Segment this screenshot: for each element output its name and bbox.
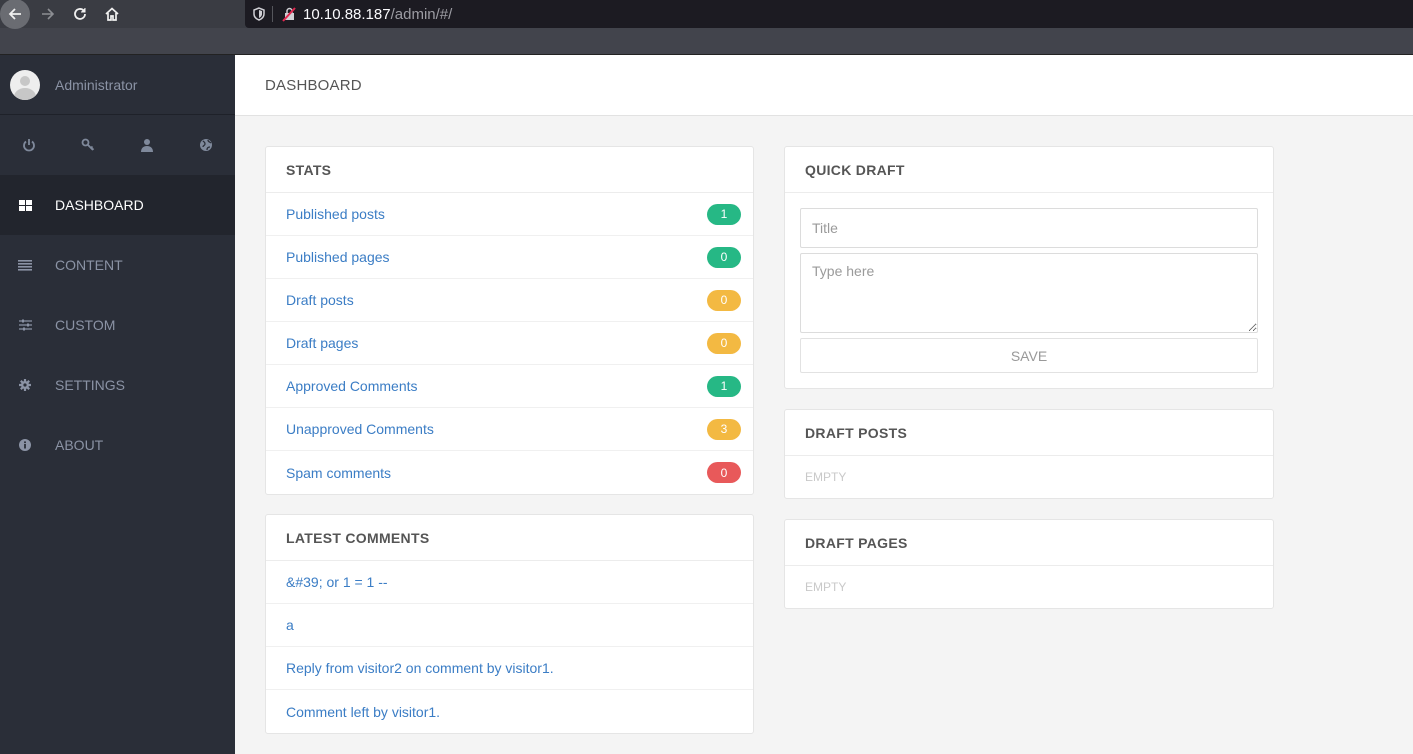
dashboard-icon [18, 199, 32, 211]
stat-link-spam-comments[interactable]: Spam comments [286, 465, 391, 481]
comment-row: &#39; or 1 = 1 -- [266, 561, 753, 604]
browser-tab-strip [0, 28, 1413, 55]
stats-card: STATS Published posts 1 Published pages … [265, 146, 754, 495]
empty-state: EMPTY [805, 580, 847, 594]
browser-toolbar: 10.10.88.187/admin/#/ [0, 0, 1413, 55]
sidebar-item-label: DASHBOARD [55, 197, 144, 213]
stat-link-published-posts[interactable]: Published posts [286, 206, 385, 222]
comment-link[interactable]: a [286, 617, 294, 633]
count-badge: 0 [707, 332, 741, 354]
page-title: DASHBOARD [265, 76, 362, 94]
quick-draft-card: QUICK DRAFT SAVE [784, 146, 1274, 389]
stats-title: STATS [266, 147, 753, 193]
draft-pages-title: DRAFT PAGES [785, 520, 1273, 566]
home-button[interactable] [97, 0, 127, 28]
back-button[interactable] [0, 0, 30, 29]
info-icon [18, 439, 32, 451]
page-header: DASHBOARD [235, 55, 1413, 116]
globe-icon[interactable] [186, 138, 226, 152]
comment-link[interactable]: &#39; or 1 = 1 -- [286, 574, 388, 590]
shield-icon[interactable] [245, 6, 273, 22]
user-icon[interactable] [127, 138, 167, 152]
url-bar[interactable]: 10.10.88.187/admin/#/ [245, 0, 1413, 28]
comment-row: a [266, 604, 753, 647]
sidebar-item-label: SETTINGS [55, 377, 126, 393]
reload-icon [74, 8, 86, 20]
gear-icon [18, 379, 32, 391]
sidebar-item-dashboard[interactable]: DASHBOARD [0, 175, 235, 235]
user-profile[interactable]: Administrator [0, 55, 235, 115]
sidebar-quick-actions [0, 115, 235, 175]
insecure-lock-icon[interactable] [277, 6, 301, 22]
draft-pages-card: DRAFT PAGES EMPTY [784, 519, 1274, 609]
quick-draft-title: QUICK DRAFT [785, 147, 1273, 193]
home-icon [105, 7, 119, 21]
main-content: DASHBOARD STATS Published posts 1 Publis… [235, 55, 1413, 754]
sidebar-item-custom[interactable]: CUSTOM [0, 295, 235, 355]
stat-link-draft-pages[interactable]: Draft pages [286, 335, 358, 351]
sidebar-item-label: CUSTOM [55, 317, 116, 333]
avatar [10, 69, 40, 100]
comments-list: &#39; or 1 = 1 -- a Reply from visitor2 … [266, 561, 753, 733]
stat-link-approved-comments[interactable]: Approved Comments [286, 378, 418, 394]
url-path: /admin/#/ [390, 5, 453, 23]
draft-posts-title: DRAFT POSTS [785, 410, 1273, 456]
save-button[interactable]: SAVE [800, 338, 1258, 373]
sliders-icon [18, 319, 32, 331]
url-host: 10.10.88.187 [303, 5, 391, 23]
count-badge: 0 [707, 289, 741, 311]
draft-posts-card: DRAFT POSTS EMPTY [784, 409, 1274, 499]
stat-row: Approved Comments 1 [266, 365, 753, 408]
latest-comments-card: LATEST COMMENTS &#39; or 1 = 1 -- a Repl… [265, 514, 754, 734]
count-badge: 3 [707, 418, 741, 440]
count-badge: 0 [707, 462, 741, 483]
stat-link-draft-posts[interactable]: Draft posts [286, 292, 354, 308]
stat-link-unapproved-comments[interactable]: Unapproved Comments [286, 421, 434, 437]
latest-comments-title: LATEST COMMENTS [266, 515, 753, 561]
sidebar-item-label: ABOUT [55, 437, 104, 453]
sidebar: Administrator DASHBOARD CONTENT CUSTOM S… [0, 55, 235, 754]
count-badge: 1 [707, 203, 741, 225]
list-icon [18, 259, 32, 271]
draft-body-textarea[interactable] [800, 253, 1258, 333]
key-icon[interactable] [68, 138, 108, 152]
comment-row: Reply from visitor2 on comment by visito… [266, 647, 753, 690]
sidebar-item-settings[interactable]: SETTINGS [0, 355, 235, 415]
comment-link[interactable]: Comment left by visitor1. [286, 704, 440, 720]
user-name: Administrator [55, 76, 138, 93]
quick-draft-form: SAVE [785, 193, 1273, 388]
sidebar-item-label: CONTENT [55, 257, 123, 273]
count-badge: 0 [707, 246, 741, 268]
sidebar-item-about[interactable]: ABOUT [0, 415, 235, 475]
reload-button[interactable] [65, 0, 95, 28]
empty-state: EMPTY [805, 470, 847, 484]
draft-title-input[interactable] [800, 208, 1258, 248]
comment-link[interactable]: Reply from visitor2 on comment by visito… [286, 660, 554, 676]
arrow-right-icon [42, 8, 55, 20]
comment-row: Comment left by visitor1. [266, 690, 753, 733]
stats-list: Published posts 1 Published pages 0 Draf… [266, 193, 753, 494]
stat-row: Spam comments 0 [266, 451, 753, 494]
stat-row: Draft pages 0 [266, 322, 753, 365]
stat-row: Published posts 1 [266, 193, 753, 236]
stat-link-published-pages[interactable]: Published pages [286, 249, 390, 265]
stat-row: Draft posts 0 [266, 279, 753, 322]
power-icon[interactable] [9, 138, 49, 152]
arrow-left-icon [8, 8, 21, 20]
stat-row: Published pages 0 [266, 236, 753, 279]
forward-button[interactable] [33, 0, 63, 28]
count-badge: 1 [707, 375, 741, 397]
sidebar-item-content[interactable]: CONTENT [0, 235, 235, 295]
url-text[interactable]: 10.10.88.187/admin/#/ [303, 6, 452, 23]
stat-row: Unapproved Comments 3 [266, 408, 753, 451]
